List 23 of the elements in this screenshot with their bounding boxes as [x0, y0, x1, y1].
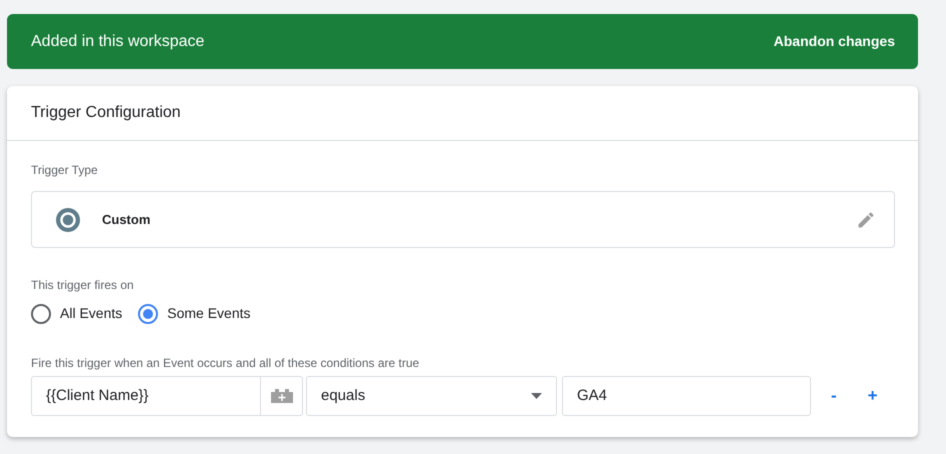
operator-value: equals [321, 386, 366, 406]
value-field[interactable]: GA4 [562, 376, 811, 416]
abandon-changes-button[interactable]: Abandon changes [774, 31, 895, 52]
trigger-type-name: Custom [102, 210, 152, 229]
custom-trigger-icon [56, 208, 80, 232]
card-title: Trigger Configuration [7, 86, 918, 141]
field-label: Trigger Type [31, 162, 99, 179]
brick-plus-icon [270, 389, 292, 403]
trigger-type-selector[interactable]: Custom [31, 191, 895, 248]
variable-field[interactable]: {{Client Name}} [31, 376, 261, 416]
remove-condition-button[interactable]: - [827, 383, 841, 409]
add-condition-button[interactable]: + [864, 383, 882, 409]
field-label: This trigger fires on [31, 277, 135, 294]
radio-button[interactable] [31, 304, 51, 324]
variable-picker-button[interactable] [261, 376, 303, 416]
edit-icon[interactable] [856, 210, 876, 230]
banner-title: Added in this workspace [31, 32, 204, 52]
radio-option[interactable]: All Events [31, 303, 122, 324]
radio-option[interactable]: Some Events [138, 303, 251, 324]
field-label: Fire this trigger when an Event occurs and all of these conditions are true [31, 355, 420, 372]
operator-dropdown[interactable]: equals [306, 376, 557, 416]
dropdown-caret-icon [531, 393, 542, 399]
radio-button[interactable] [138, 304, 158, 324]
